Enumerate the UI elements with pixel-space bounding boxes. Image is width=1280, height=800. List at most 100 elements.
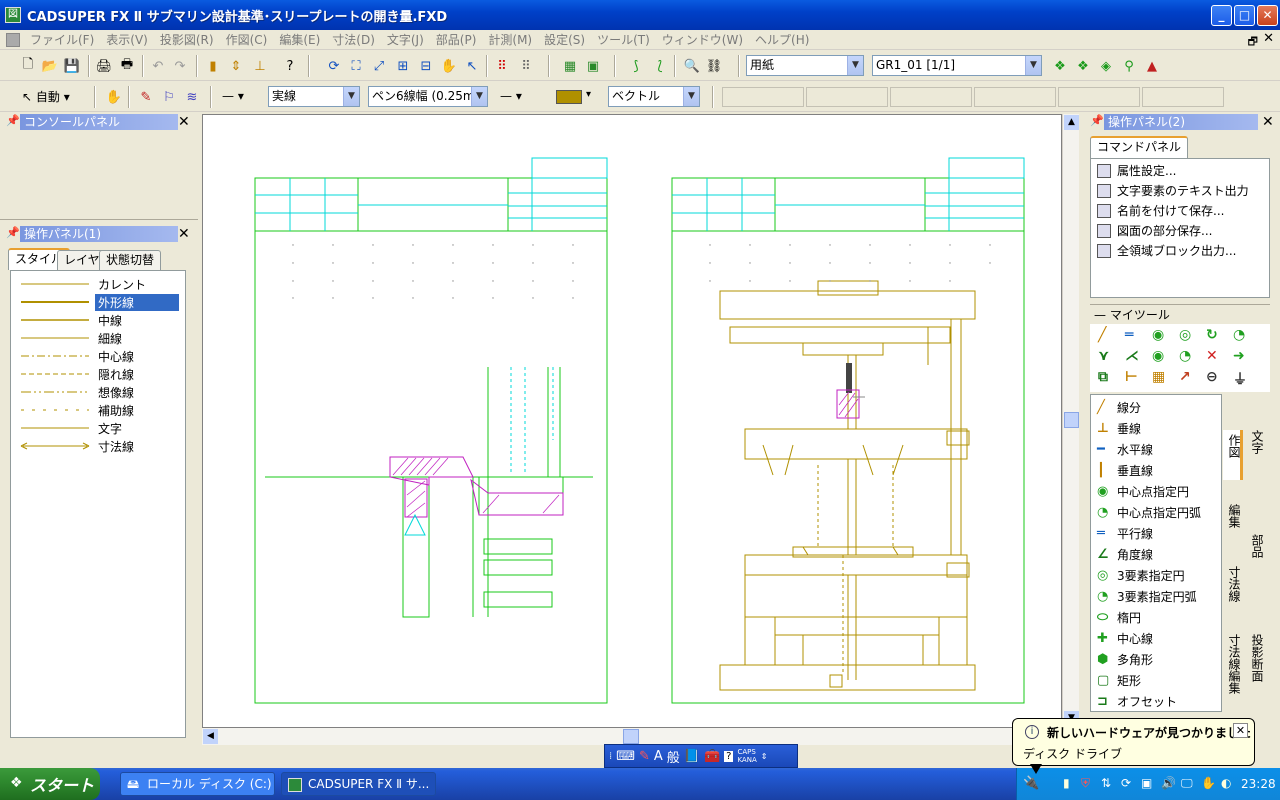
monitor-icon[interactable]: 🖵 <box>1181 776 1193 791</box>
pin-icon[interactable]: 📌 <box>6 114 20 127</box>
hand-icon[interactable]: ✋ <box>104 87 124 107</box>
style-row[interactable]: 中心線 <box>11 347 181 365</box>
style-row[interactable]: 中線 <box>11 311 181 329</box>
menu-window[interactable]: ウィンドウ(W) <box>656 31 749 48</box>
auto-mode-button[interactable]: ↖ 自動 ▾ <box>22 88 70 105</box>
layer-group-icon[interactable]: ❖ <box>1050 56 1070 76</box>
print-preview-icon[interactable]: 🖶 <box>117 56 137 76</box>
layer-tool-icon[interactable]: ▮ <box>203 56 223 76</box>
pin-icon[interactable]: 📌 <box>1090 114 1104 127</box>
redraw-icon[interactable]: ⟳ <box>324 56 344 76</box>
keyboard-icon[interactable]: ⌨ <box>616 749 635 764</box>
tool-item[interactable]: ⬭ 楕円 <box>1095 608 1141 629</box>
vtab-dimension[interactable]: 寸法線 <box>1226 566 1243 602</box>
menu-draw[interactable]: 作図(C) <box>220 31 274 48</box>
open-folder-icon[interactable]: 📂 <box>40 56 60 76</box>
minus-circle-icon[interactable]: ⊖ <box>1206 369 1218 385</box>
style-pick-icon[interactable]: ≋ <box>182 87 202 107</box>
grip-icon[interactable]: ⁞ <box>609 751 612 762</box>
layer-pick-icon[interactable]: ⚐ <box>159 87 179 107</box>
dictionary-icon[interactable]: 📘 <box>684 749 700 764</box>
tool-item[interactable]: ◔ 3要素指定円弧 <box>1095 587 1197 608</box>
close-icon[interactable]: ✕ <box>178 227 190 241</box>
sheet-settings-icon[interactable]: ▦ <box>560 56 580 76</box>
notification-balloon[interactable]: i 新しいハードウェアが見つかりました ディスク ドライブ ✕ <box>1012 718 1255 766</box>
circle-center-icon[interactable]: ◉ <box>1152 327 1164 343</box>
vtab-dimension-edit[interactable]: 寸法線編集 <box>1226 634 1243 694</box>
line-end-dropdown[interactable]: — ▾ <box>500 89 522 103</box>
line-type-combo[interactable]: 実線 ▼ <box>268 86 360 107</box>
security-shield-icon[interactable]: ⛨ <box>1081 776 1090 791</box>
help-icon[interactable]: ? <box>724 750 734 762</box>
start-button[interactable]: ❖ スタート <box>0 768 100 800</box>
tool-item[interactable]: ✚ 中心線 <box>1095 629 1153 650</box>
menu-file[interactable]: ファイル(F) <box>24 31 100 48</box>
vertical-scrollbar[interactable]: ▲ ▼ <box>1062 114 1079 728</box>
clock[interactable]: 23:28 <box>1241 777 1276 791</box>
ime-conversion-mode[interactable]: 般 <box>667 747 680 766</box>
layer-search-icon[interactable]: ⚲ <box>1119 56 1139 76</box>
extend-icon[interactable]: ⟅ <box>650 56 670 76</box>
document-icon[interactable] <box>6 32 20 47</box>
vtab-edit[interactable]: 編集 <box>1226 504 1243 528</box>
tool-item[interactable]: ⊥ 垂線 <box>1095 419 1141 440</box>
menu-measure[interactable]: 計測(M) <box>482 31 538 48</box>
save-as-command[interactable]: 名前を付けて保存... <box>1097 201 1224 221</box>
hand-icon[interactable]: ✋ <box>1201 776 1216 790</box>
sync-icon[interactable]: ⟳ <box>1121 776 1131 790</box>
text-output-command[interactable]: 文字要素のテキスト出力 <box>1097 181 1249 201</box>
sheet-edit-icon[interactable]: ▣ <box>583 56 603 76</box>
color-swatch[interactable] <box>556 90 582 104</box>
mdi-close-icon[interactable]: ✕ <box>1263 31 1274 46</box>
menu-projection[interactable]: 投影図(R) <box>154 31 220 48</box>
vtab-parts[interactable]: 部品 <box>1249 534 1266 558</box>
close-button[interactable]: ✕ <box>1257 4 1278 26</box>
scroll-left-icon[interactable]: ◀ <box>203 729 218 744</box>
search-icon[interactable]: 🔍 <box>682 56 702 76</box>
tool-item[interactable]: ═ 平行線 <box>1095 524 1153 545</box>
style-row[interactable]: 外形線 <box>11 293 181 311</box>
volume-icon[interactable]: 🔊 <box>1161 776 1176 790</box>
style-row[interactable]: カレント <box>11 275 181 293</box>
line-icon[interactable]: ╱ <box>1098 327 1106 343</box>
chevron-down-icon[interactable]: ▼ <box>683 87 699 106</box>
app-icon[interactable]: 図 <box>5 7 21 23</box>
curve-icon[interactable]: ↗ <box>1179 369 1191 385</box>
ime-pad-icon[interactable]: ✎ <box>639 749 650 764</box>
chevron-down-icon[interactable]: ▾ <box>586 89 591 100</box>
snap-grid-icon[interactable]: ⠿ <box>516 56 536 76</box>
arc-3pt-icon[interactable]: ◔ <box>1233 327 1245 343</box>
menu-edit[interactable]: 編集(E) <box>273 31 326 48</box>
tool-item[interactable]: ▢ 矩形 <box>1095 671 1141 692</box>
tab-state-switch[interactable]: 状態切替 <box>99 250 162 270</box>
task-local-disk[interactable]: 🖴 ローカル ディスク (C:) <box>120 772 275 796</box>
ime-menu-icon[interactable]: ⇕ <box>761 752 768 761</box>
battery-icon[interactable]: ▮ <box>1063 776 1070 790</box>
tool-item[interactable]: ━ 水平線 <box>1095 440 1153 461</box>
tool-item[interactable]: ◎ 3要素指定円 <box>1095 566 1185 587</box>
drawing-canvas[interactable] <box>202 114 1062 728</box>
menu-text[interactable]: 文字(J) <box>381 31 430 48</box>
scroll-thumb-vertical[interactable] <box>1064 412 1079 428</box>
menu-help[interactable]: ヘルプ(H) <box>749 31 815 48</box>
tab-command-panel[interactable]: コマンドパネル <box>1090 136 1189 158</box>
layer-combo[interactable]: GR1_01 [1/1] ▼ <box>872 55 1042 76</box>
link-icon[interactable]: ⛓ <box>704 56 724 76</box>
bisector-icon[interactable]: ⋌ <box>1125 348 1139 364</box>
style-row[interactable]: 補助線 <box>11 401 181 419</box>
zoom-all-icon[interactable]: ⤢ <box>369 56 389 76</box>
table-icon[interactable]: ▦ <box>1152 369 1165 385</box>
tool-item[interactable]: ╱ 線分 <box>1095 398 1141 419</box>
mytool-header[interactable]: — マイツール <box>1090 304 1270 324</box>
menu-view[interactable]: 表示(V) <box>100 31 154 48</box>
panel-splitter[interactable] <box>0 219 198 222</box>
style-row[interactable]: 想像線 <box>11 383 181 401</box>
close-icon[interactable]: ✕ <box>1262 115 1274 129</box>
align-tool-icon[interactable]: ⊥ <box>250 56 270 76</box>
vtab-projection-section[interactable]: 投影断面 <box>1249 634 1266 682</box>
partial-save-command[interactable]: 図面の部分保存... <box>1097 221 1212 241</box>
network-icon[interactable]: ⇅ <box>1101 776 1111 790</box>
close-icon[interactable]: ✕ <box>1233 723 1248 738</box>
vtab-draw[interactable]: 作図 <box>1226 434 1243 458</box>
menu-settings[interactable]: 設定(S) <box>538 31 591 48</box>
